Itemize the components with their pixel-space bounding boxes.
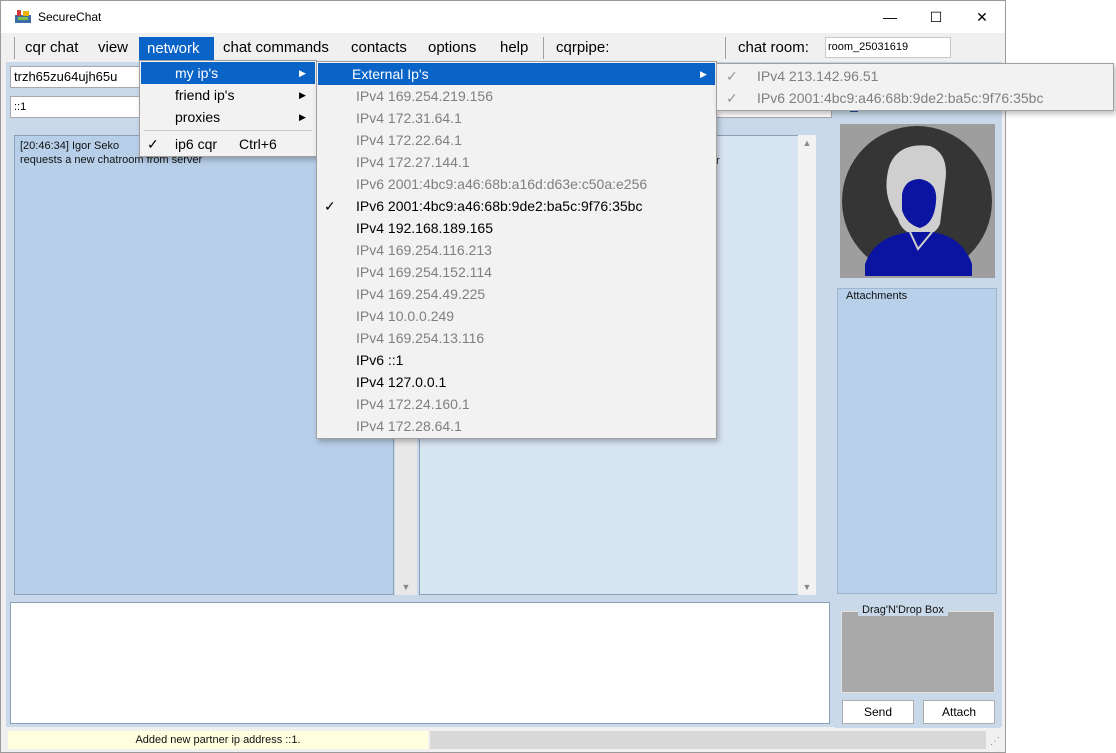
minimize-icon[interactable]: — — [867, 1, 913, 33]
ip-menu-item[interactable]: IPv4 169.254.152.114 — [318, 261, 715, 283]
menu-view[interactable]: view — [90, 38, 136, 58]
menu-item-external-ipv6[interactable]: ✓ IPv6 2001:4bc9:a46:68b:9de2:ba5c:9f76:… — [718, 87, 1112, 109]
menubar-grip — [14, 37, 15, 59]
ip-menu-item[interactable]: IPv4 172.31.64.1 — [318, 107, 715, 129]
ip-menu-item[interactable]: IPv4 172.24.160.1 — [318, 393, 715, 415]
scroll-down-icon[interactable]: ▼ — [397, 582, 415, 596]
menu-network[interactable]: network — [139, 37, 214, 60]
maximize-icon[interactable]: ☐ — [913, 1, 959, 33]
ip-menu-item-label: IPv4 127.0.0.1 — [356, 374, 447, 390]
menu-item-external-ipv4[interactable]: ✓ IPv4 213.142.96.51 — [718, 65, 1112, 87]
menu-help[interactable]: help — [492, 38, 536, 58]
chat-scrollbar[interactable] — [798, 135, 816, 595]
app-logo-icon — [15, 10, 31, 23]
menu-item-external-ips-label: External Ip's — [352, 66, 429, 82]
submenu-arrow-icon: ▶ — [299, 68, 306, 78]
ip-menu-item[interactable]: IPv4 127.0.0.1 — [318, 371, 715, 393]
menu-separator — [144, 130, 312, 131]
menubar-separator-2 — [725, 37, 726, 59]
checkmark-icon: ✓ — [726, 90, 738, 106]
scroll-down-icon-2[interactable]: ▼ — [798, 582, 816, 596]
menu-item-proxies[interactable]: proxies ▶ — [141, 106, 315, 128]
network-menu: my ip's ▶ friend ip's ▶ proxies ▶ ✓ ip6 … — [139, 60, 317, 157]
menu-item-friend-ips-label: friend ip's — [175, 87, 235, 103]
ip-menu-item-label: IPv4 169.254.13.116 — [356, 330, 485, 346]
checkmark-icon: ✓ — [324, 198, 336, 214]
checkmark-icon: ✓ — [147, 136, 159, 152]
external-ipv6-label: IPv6 2001:4bc9:a46:68b:9de2:ba5c:9f76:35… — [757, 90, 1044, 106]
ip-menu-item-label: IPv6 2001:4bc9:a46:68b:a16d:d63e:c50a:e2… — [356, 176, 648, 192]
menu-item-proxies-label: proxies — [175, 109, 221, 125]
ip-menu-item-label: IPv6 ::1 — [356, 352, 404, 368]
my-ips-menu: External Ip's ▶ IPv4 169.254.219.156 IPv4… — [316, 61, 717, 439]
menu-item-friend-ips[interactable]: friend ip's ▶ — [141, 84, 315, 106]
resize-grip-icon[interactable]: ⋰ — [990, 736, 1000, 747]
menu-contacts[interactable]: contacts — [343, 38, 415, 58]
checkmark-icon: ✓ — [726, 68, 738, 84]
submenu-arrow-icon: ▶ — [700, 69, 707, 79]
menu-item-ip6-cqr[interactable]: ✓ ip6 cqr Ctrl+6 — [141, 133, 315, 155]
attachments-panel[interactable] — [837, 288, 997, 594]
menu-chat-commands[interactable]: chat commands — [215, 38, 337, 58]
ip-menu-item-label: IPv4 169.254.116.213 — [356, 242, 492, 258]
send-button[interactable]: Send — [842, 700, 914, 724]
status-progress — [430, 731, 986, 749]
external-ipv4-label: IPv4 213.142.96.51 — [757, 68, 879, 84]
menu-options[interactable]: options — [420, 38, 484, 58]
menu-item-external-ips[interactable]: External Ip's ▶ — [318, 63, 715, 85]
submenu-arrow-icon: ▶ — [299, 90, 306, 100]
avatar-image — [842, 126, 992, 276]
menu-cqr-chat[interactable]: cqr chat — [17, 38, 86, 58]
ip-menu-item-label: IPv4 172.22.64.1 — [356, 132, 462, 148]
drag-drop-box[interactable] — [841, 611, 995, 693]
nickname-input[interactable]: trzh65zu64ujh65u — [10, 66, 140, 88]
status-message: Added new partner ip address ::1. — [8, 731, 428, 749]
ip-menu-item-label: IPv4 169.254.152.114 — [356, 264, 492, 280]
close-icon[interactable]: ✕ — [959, 1, 1005, 33]
menu-item-my-ips-label: my ip's — [175, 65, 219, 81]
attach-button[interactable]: Attach — [923, 700, 995, 724]
menu-shortcut: Ctrl+6 — [239, 136, 277, 152]
ip-menu-item[interactable]: IPv4 172.22.64.1 — [318, 129, 715, 151]
menu-item-my-ips[interactable]: my ip's ▶ — [141, 62, 315, 84]
ip-menu-item[interactable]: IPv4 172.27.144.1 — [318, 151, 715, 173]
submenu-arrow-icon: ▶ — [299, 112, 306, 122]
external-ips-menu: ✓ IPv4 213.142.96.51 ✓ IPv6 2001:4bc9:a4… — [716, 63, 1114, 111]
ip-menu-item[interactable]: IPv4 169.254.219.156 — [318, 85, 715, 107]
ip-menu-item[interactable]: ✓ IPv6 2001:4bc9:a46:68b:9de2:ba5c:9f76:3… — [318, 195, 715, 217]
menu-item-ip6-cqr-label: ip6 cqr — [175, 136, 218, 152]
menubar-separator — [543, 37, 544, 59]
ip-menu-item-label: IPv4 172.24.160.1 — [356, 396, 470, 412]
ip-menu-item[interactable]: IPv4 172.28.64.1 — [318, 415, 715, 437]
ip-menu-item-label: IPv4 169.254.219.156 — [356, 88, 494, 104]
ip-menu-item[interactable]: IPv4 10.0.0.249 — [318, 305, 715, 327]
ip-menu-item-label: IPv4 172.27.144.1 — [356, 154, 470, 170]
menu-cqrpipe[interactable]: cqrpipe: — [548, 38, 617, 58]
ip-menu-item[interactable]: IPv6 2001:4bc9:a46:68b:a16d:d63e:c50a:e2… — [318, 173, 715, 195]
drag-drop-label: Drag'N'Drop Box — [858, 604, 948, 616]
ip-menu-item[interactable]: IPv4 192.168.189.165 — [318, 217, 715, 239]
title-bar — [1, 1, 1005, 33]
message-input[interactable] — [10, 602, 830, 724]
ip-menu-item[interactable]: IPv4 169.254.116.213 — [318, 239, 715, 261]
partner-ip-input[interactable]: ::1 — [10, 96, 140, 118]
ip-menu-item[interactable]: IPv4 169.254.49.225 — [318, 283, 715, 305]
ip-menu-item-label: IPv4 10.0.0.249 — [356, 308, 455, 324]
ip-menu-item-label: IPv4 172.31.64.1 — [356, 110, 462, 126]
app-title: SecureChat — [38, 10, 102, 24]
chat-room-input[interactable]: room_25031619 — [825, 37, 951, 58]
ip-menu-item-label: IPv4 172.28.64.1 — [356, 418, 462, 434]
ip-menu-item-label: IPv4 169.254.49.225 — [356, 286, 486, 302]
ip-menu-item-label: IPv4 192.168.189.165 — [356, 220, 494, 236]
ip-menu-item[interactable]: IPv6 ::1 — [318, 349, 715, 371]
ip-menu-item-label: IPv6 2001:4bc9:a46:68b:9de2:ba5c:9f76:35… — [356, 198, 643, 214]
avatar — [840, 124, 995, 278]
chat-room-label: chat room: — [738, 39, 809, 56]
scroll-up-icon[interactable]: ▲ — [798, 138, 816, 152]
attachments-label: Attachments — [846, 290, 908, 302]
ip-menu-item[interactable]: IPv4 169.254.13.116 — [318, 327, 715, 349]
